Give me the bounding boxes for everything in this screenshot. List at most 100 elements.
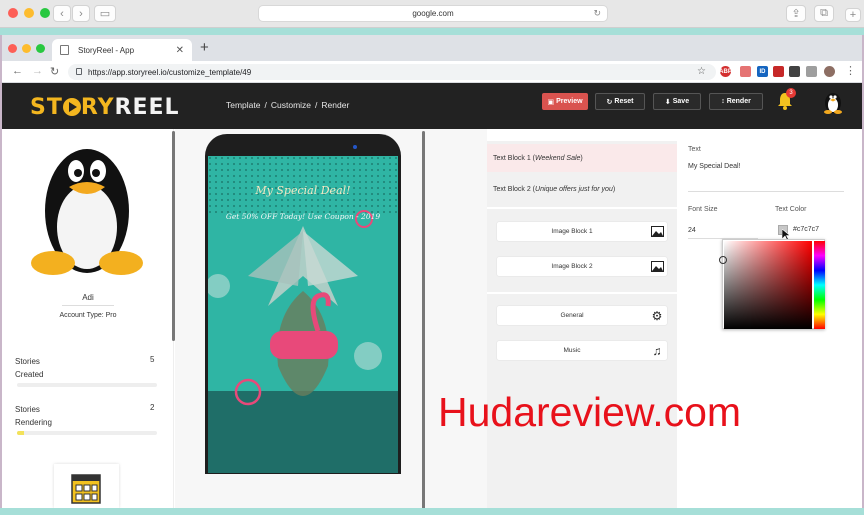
breadcrumb-customize[interactable]: Customize	[271, 100, 311, 110]
bottom-desktop-strip	[0, 508, 864, 515]
minimize-window-button[interactable]	[24, 8, 34, 18]
account-type: Account Type: Pro	[59, 312, 117, 319]
extension-icon-6[interactable]	[806, 66, 817, 77]
breadcrumb-separator: /	[315, 100, 318, 110]
image-block-2-label: Image Block 2	[551, 263, 593, 270]
zoom-window-button[interactable]	[40, 8, 50, 18]
reset-label: Reset	[614, 98, 634, 105]
adblock-extension-icon[interactable]: ABP	[719, 66, 732, 77]
template-card[interactable]	[54, 464, 119, 508]
reset-button[interactable]: ↻ Reset	[595, 93, 645, 110]
music-block[interactable]: Music ♫	[497, 341, 667, 360]
render-icon: ↕	[721, 98, 725, 105]
preview-headline: My Special Deal!	[255, 184, 351, 197]
color-picker-handle[interactable]	[719, 256, 727, 264]
text-block-1-prefix: Text Block 1 (	[493, 154, 536, 162]
preview-scrollbar[interactable]	[422, 131, 425, 509]
lock-icon	[76, 68, 82, 75]
image-block-1[interactable]: Image Block 1	[497, 222, 667, 241]
close-tab-icon[interactable]: ✕	[176, 45, 184, 56]
reload-icon[interactable]: ↻	[593, 8, 601, 19]
text-block-2-name: Unique offers just for you	[535, 185, 613, 193]
browser-zoom-button[interactable]	[36, 44, 45, 53]
logo-text-b: RY	[80, 95, 115, 120]
video-preview-screen[interactable]: My Special Deal! Get 50% OFF Today! Use …	[208, 156, 398, 473]
text-block-2-prefix: Text Block 2 (	[493, 185, 536, 193]
breadcrumb-template[interactable]: Template	[226, 100, 261, 110]
user-name: Adi	[82, 293, 94, 302]
text-label: Text	[688, 146, 701, 153]
extension-icon-5[interactable]	[789, 66, 800, 77]
page-favicon-icon	[60, 45, 69, 55]
save-button[interactable]: ⬇ Save	[653, 93, 701, 110]
tab-bar: StoryReel - App ✕ +	[2, 35, 862, 61]
divider	[62, 305, 114, 306]
divider	[487, 292, 677, 294]
save-icon: ⬇	[664, 98, 671, 106]
bookmark-star-icon[interactable]: ☆	[697, 66, 706, 77]
id-extension-icon[interactable]: ID	[757, 66, 768, 77]
tab-storyreel[interactable]: StoryReel - App ✕	[52, 39, 192, 61]
forward-arrow-icon[interactable]: →	[32, 65, 43, 77]
render-button[interactable]: ↕ Render	[709, 93, 763, 110]
new-tab-button[interactable]: +	[200, 39, 209, 56]
preview-icon: ▣	[547, 98, 555, 106]
url-input[interactable]: https://app.storyreel.io/customize_templ…	[68, 64, 716, 80]
forward-icon[interactable]: ›	[72, 5, 90, 22]
user-penguin-avatar-icon[interactable]	[822, 90, 844, 114]
image-block-1-label: Image Block 1	[551, 228, 593, 235]
music-label: Music	[563, 347, 581, 354]
divider	[487, 207, 677, 209]
breadcrumb-render[interactable]: Render	[321, 100, 349, 110]
text-block-1[interactable]: Text Block 1 (Weekend Sale )	[487, 144, 677, 172]
chrome-menu-icon[interactable]: ⋮	[845, 64, 856, 77]
watermark-text: Hudareview.com	[438, 389, 742, 435]
preview-subline: Get 50% OFF Today! Use Coupon - 2019	[225, 212, 381, 221]
breadcrumb: Template / Customize / Render	[226, 100, 349, 110]
extension-icon-2[interactable]	[740, 66, 751, 77]
phone-camera-icon	[353, 145, 357, 149]
window-controls	[8, 8, 50, 18]
new-tab-icon[interactable]: +	[845, 8, 861, 22]
sidebar-icon[interactable]: ▭	[94, 5, 116, 22]
text-block-2[interactable]: Text Block 2 (Unique offers just for you…	[487, 175, 677, 203]
reload-page-icon[interactable]: ↻	[50, 65, 59, 78]
close-window-button[interactable]	[8, 8, 18, 18]
preview-button[interactable]: ▣ Preview	[542, 93, 588, 110]
tabs-overview-icon[interactable]: ⧉	[814, 5, 834, 22]
render-label: Render	[726, 98, 751, 105]
app-header: ST RYREEL Template / Customize / Render ▣…	[2, 83, 862, 129]
text-block-2-suffix: )	[612, 185, 616, 193]
general-settings-block[interactable]: General ⚙	[497, 306, 667, 325]
text-input[interactable]: My Special Deal!	[688, 163, 741, 170]
storyreel-logo[interactable]: ST RYREEL	[30, 95, 180, 120]
hue-slider[interactable]	[814, 241, 825, 329]
share-icon[interactable]: ⇪	[786, 5, 806, 22]
color-picker[interactable]	[722, 239, 825, 329]
saturation-value-area[interactable]	[724, 241, 812, 329]
notification-badge: 3	[786, 88, 796, 98]
outer-window-toolbar: ‹ › ▭ google.com ↻ ⇪ ⧉ +	[0, 0, 864, 28]
logo-play-icon	[62, 98, 81, 116]
stat-stories-created-bar	[17, 383, 157, 387]
font-size-input[interactable]: 24	[688, 227, 696, 234]
back-icon[interactable]: ‹	[53, 5, 71, 22]
preview-label: Preview	[556, 98, 583, 105]
text-color-input[interactable]: #c7c7c7	[793, 226, 819, 233]
gear-icon: ⚙	[651, 308, 663, 323]
music-note-icon: ♫	[652, 343, 662, 358]
image-block-2[interactable]: Image Block 2	[497, 257, 667, 276]
font-size-label: Font Size	[688, 206, 718, 213]
safari-address-field[interactable]: google.com ↻	[258, 5, 608, 22]
extension-icon-4[interactable]	[773, 66, 784, 77]
back-arrow-icon[interactable]: ←	[12, 65, 23, 77]
profile-avatar-icon[interactable]	[824, 66, 835, 77]
reset-icon: ↻	[606, 98, 613, 106]
stat-stories-rendering-bar	[17, 431, 157, 435]
stat-stories-rendering-label: Stories Rendering	[15, 405, 52, 427]
safari-address-text: google.com	[412, 9, 454, 18]
browser-minimize-button[interactable]	[22, 44, 31, 53]
browser-close-button[interactable]	[8, 44, 17, 53]
logo-text-a: ST	[30, 95, 63, 120]
breadcrumb-separator: /	[264, 100, 267, 110]
